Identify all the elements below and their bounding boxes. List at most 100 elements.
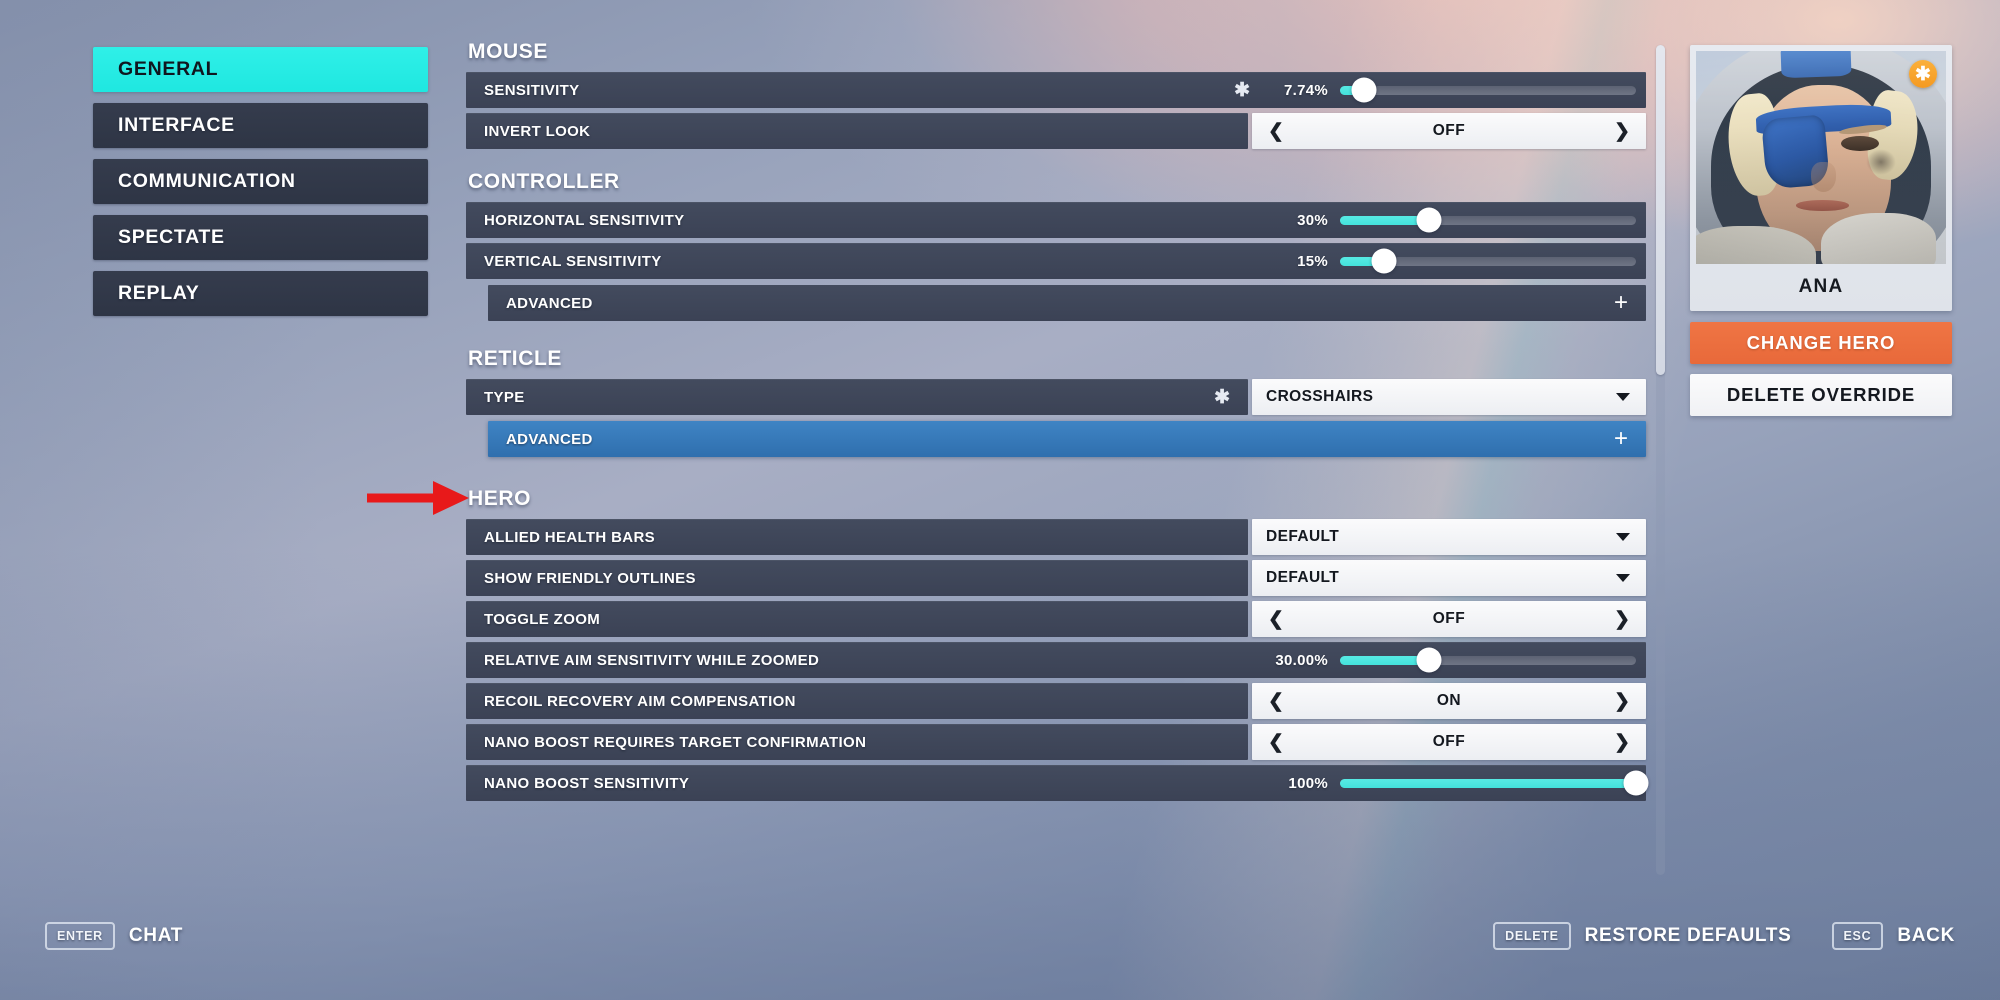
setting-row-reticle-type[interactable]: TYPE ✱ CROSSHAIRS <box>466 379 1646 415</box>
chevron-left-icon[interactable]: ❮ <box>1268 733 1284 752</box>
setting-label: HORIZONTAL SENSITIVITY <box>484 211 685 229</box>
sidebar-item-interface[interactable]: INTERFACE <box>93 103 428 148</box>
chevron-right-icon[interactable]: ❯ <box>1614 733 1630 752</box>
expander-label: ADVANCED <box>506 430 593 448</box>
hero-card[interactable]: ✱ ANA <box>1690 45 1952 311</box>
setting-row-horizontal-sensitivity[interactable]: HORIZONTAL SENSITIVITY 30% <box>466 202 1646 238</box>
setting-row-relative-aim-sensitivity[interactable]: RELATIVE AIM SENSITIVITY WHILE ZOOMED 30… <box>466 642 1646 678</box>
sidebar-item-spectate[interactable]: SPECTATE <box>93 215 428 260</box>
relative-aim-slider[interactable] <box>1340 647 1636 673</box>
slider-group: 30.00% <box>1266 647 1636 673</box>
settings-category-nav: GENERAL INTERFACE COMMUNICATION SPECTATE… <box>93 47 428 327</box>
setting-row-body: NANO BOOST SENSITIVITY 100% <box>466 765 1649 801</box>
reticle-advanced-expander[interactable]: ADVANCED + <box>488 421 1646 457</box>
setting-label: SHOW FRIENDLY OUTLINES <box>484 569 696 587</box>
sidebar-item-label: REPLAY <box>118 282 200 304</box>
setting-label: NANO BOOST SENSITIVITY <box>484 774 690 792</box>
setting-row-body: SHOW FRIENDLY OUTLINES <box>466 560 1248 596</box>
sidebar-item-replay[interactable]: REPLAY <box>93 271 428 316</box>
recoil-recovery-stepper[interactable]: ❮ ON ❯ <box>1252 683 1646 719</box>
setting-row-body: SENSITIVITY ✱ 7.74% <box>466 72 1646 108</box>
chevron-left-icon[interactable]: ❮ <box>1268 122 1284 141</box>
plus-icon[interactable]: + <box>1614 427 1628 451</box>
delete-override-button[interactable]: DELETE OVERRIDE <box>1690 374 1952 416</box>
settings-group-reticle: RETICLE TYPE ✱ CROSSHAIRS ADVANCED + <box>466 347 1646 457</box>
setting-row-nano-boost-confirmation[interactable]: NANO BOOST REQUIRES TARGET CONFIRMATION … <box>466 724 1646 760</box>
show-friendly-outlines-dropdown[interactable]: DEFAULT <box>1252 560 1646 596</box>
setting-label: NANO BOOST REQUIRES TARGET CONFIRMATION <box>484 733 867 751</box>
setting-row-recoil-recovery[interactable]: RECOIL RECOVERY AIM COMPENSATION ❮ ON ❯ <box>466 683 1646 719</box>
stepper-value: ON <box>1436 692 1462 709</box>
slider-knob[interactable] <box>1623 770 1649 796</box>
footer-right-controls: DELETE RESTORE DEFAULTS ESC BACK <box>1493 922 1955 950</box>
settings-panel: MOUSE SENSITIVITY ✱ 7.74% INVERT LOOK ❮ … <box>466 40 1649 875</box>
setting-row-show-friendly-outlines[interactable]: SHOW FRIENDLY OUTLINES DEFAULT <box>466 560 1646 596</box>
setting-label: VERTICAL SENSITIVITY <box>484 252 662 270</box>
slider-value: 15% <box>1297 252 1328 270</box>
enter-key-badge[interactable]: ENTER <box>45 922 115 950</box>
sidebar-item-general[interactable]: GENERAL <box>93 47 428 92</box>
chevron-down-icon[interactable] <box>1616 574 1630 582</box>
slider-value: 30% <box>1297 211 1328 229</box>
chevron-down-icon[interactable] <box>1616 393 1630 401</box>
slider-knob[interactable] <box>1371 248 1397 274</box>
sensitivity-slider[interactable] <box>1340 77 1636 103</box>
esc-key-badge[interactable]: ESC <box>1831 922 1884 950</box>
chevron-left-icon[interactable]: ❮ <box>1268 692 1284 711</box>
restore-defaults-label[interactable]: RESTORE DEFAULTS <box>1585 925 1792 947</box>
dropdown-value: DEFAULT <box>1266 569 1340 586</box>
settings-scrollbar-track[interactable] <box>1656 45 1665 875</box>
plus-icon[interactable]: + <box>1614 291 1628 315</box>
group-title-reticle: RETICLE <box>468 347 563 370</box>
setting-label: RELATIVE AIM SENSITIVITY WHILE ZOOMED <box>484 651 820 669</box>
controller-advanced-expander[interactable]: ADVANCED + <box>488 285 1646 321</box>
setting-label: TOGGLE ZOOM <box>484 610 601 628</box>
chat-action-label[interactable]: CHAT <box>129 925 183 947</box>
setting-row-sensitivity[interactable]: SENSITIVITY ✱ 7.74% <box>466 72 1646 108</box>
chevron-left-icon[interactable]: ❮ <box>1268 610 1284 629</box>
setting-row-vertical-sensitivity[interactable]: VERTICAL SENSITIVITY 15% <box>466 243 1646 279</box>
sidebar-item-label: COMMUNICATION <box>118 170 296 192</box>
nano-boost-sensitivity-slider[interactable] <box>1340 770 1649 796</box>
change-hero-button[interactable]: CHANGE HERO <box>1690 322 1952 364</box>
reticle-type-dropdown[interactable]: CROSSHAIRS <box>1252 379 1646 415</box>
horizontal-sensitivity-slider[interactable] <box>1340 207 1636 233</box>
setting-label: RECOIL RECOVERY AIM COMPENSATION <box>484 692 796 710</box>
settings-scrollbar-thumb[interactable] <box>1656 45 1665 375</box>
vertical-sensitivity-slider[interactable] <box>1340 248 1636 274</box>
chevron-right-icon[interactable]: ❯ <box>1614 692 1630 711</box>
setting-label: SENSITIVITY <box>484 81 580 99</box>
delete-key-badge[interactable]: DELETE <box>1493 922 1571 950</box>
group-title-hero: HERO <box>468 487 532 510</box>
expander-label: ADVANCED <box>506 294 593 312</box>
allied-health-bars-dropdown[interactable]: DEFAULT <box>1252 519 1646 555</box>
slider-knob[interactable] <box>1351 77 1377 103</box>
sidebar-item-label: INTERFACE <box>118 114 235 136</box>
setting-row-toggle-zoom[interactable]: TOGGLE ZOOM ❮ OFF ❯ <box>466 601 1646 637</box>
hero-portrait: ✱ <box>1696 51 1946 264</box>
back-action-label[interactable]: BACK <box>1897 925 1955 947</box>
slider-value: 7.74% <box>1283 81 1328 99</box>
nano-boost-confirmation-stepper[interactable]: ❮ OFF ❯ <box>1252 724 1646 760</box>
slider-group: 15% <box>1266 248 1636 274</box>
invert-look-stepper[interactable]: ❮ OFF ❯ <box>1252 113 1646 149</box>
override-asterisk-icon: ✱ <box>1214 386 1230 408</box>
chevron-right-icon[interactable]: ❯ <box>1614 122 1630 141</box>
group-title-mouse: MOUSE <box>468 40 549 63</box>
dropdown-value: DEFAULT <box>1266 528 1340 545</box>
setting-row-allied-health-bars[interactable]: ALLIED HEALTH BARS DEFAULT <box>466 519 1646 555</box>
settings-group-hero: HERO ALLIED HEALTH BARS DEFAULT SHOW FRI… <box>466 487 1649 801</box>
sidebar-item-communication[interactable]: COMMUNICATION <box>93 159 428 204</box>
stepper-value: OFF <box>1432 610 1466 627</box>
slider-fill <box>1340 778 1636 788</box>
slider-knob[interactable] <box>1416 647 1442 673</box>
setting-row-nano-boost-sensitivity[interactable]: NANO BOOST SENSITIVITY 100% <box>466 765 1649 801</box>
slider-group: 100% <box>1266 770 1649 796</box>
sidebar-item-label: SPECTATE <box>118 226 225 248</box>
chevron-right-icon[interactable]: ❯ <box>1614 610 1630 629</box>
chevron-down-icon[interactable] <box>1616 533 1630 541</box>
setting-row-invert-look[interactable]: INVERT LOOK ❮ OFF ❯ <box>466 113 1646 149</box>
slider-knob[interactable] <box>1416 207 1442 233</box>
slider-value: 100% <box>1288 774 1328 792</box>
toggle-zoom-stepper[interactable]: ❮ OFF ❯ <box>1252 601 1646 637</box>
